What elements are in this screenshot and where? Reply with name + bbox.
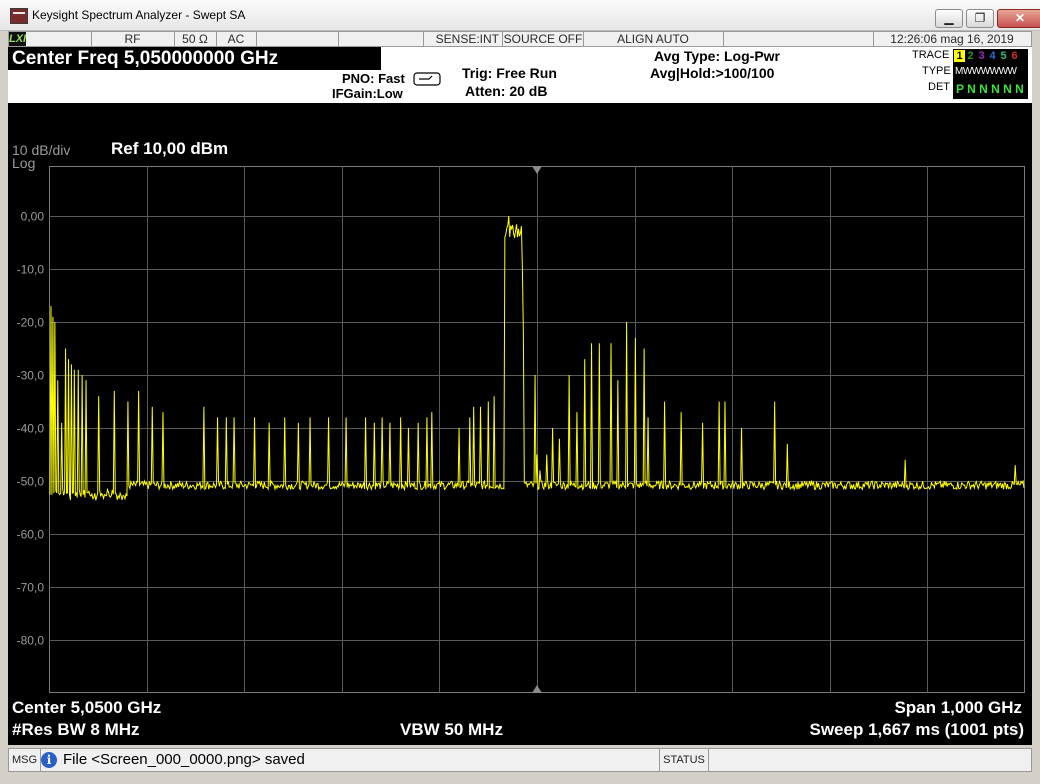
measurement-header: Center Freq 5,050000000 GHz PNO: Fast IF…: [8, 47, 1032, 103]
status-blank-2: [256, 32, 339, 46]
status-blank-3: [338, 32, 424, 46]
trace-6[interactable]: 6: [1009, 50, 1020, 62]
status-source: SOURCE OFF: [503, 32, 584, 46]
trace-label: TRACE: [912, 49, 950, 61]
type-label: TYPE: [922, 65, 951, 77]
close-button[interactable]: ✕: [997, 9, 1040, 28]
y-tick-label: 0,00: [21, 210, 45, 224]
trigger-setting: Trig: Free Run: [462, 65, 557, 81]
lxi-icon: LXI: [9, 32, 27, 46]
msg-label: MSG: [9, 749, 41, 771]
span-label[interactable]: Span 1,000 GHz: [894, 698, 1022, 718]
window-title: Keysight Spectrum Analyzer - Swept SA: [32, 8, 246, 22]
atten-setting: Atten: 20 dB: [465, 83, 548, 99]
trace-2[interactable]: 2: [965, 50, 976, 62]
spectrum-plot: 0,00 -10,0 -20,0 -30,0 -40,0 -50,0 -60,0 -70,0 -…: [17, 166, 1025, 693]
center-freq-banner[interactable]: Center Freq 5,050000000 GHz: [8, 47, 381, 70]
center-marker-bottom: [532, 685, 542, 693]
trace-numbers: 123456: [954, 50, 1020, 62]
avg-hold: Avg|Hold:>100/100: [650, 65, 775, 81]
trace-1[interactable]: 1: [954, 50, 965, 62]
trace-type-value: MWWWWWW: [955, 66, 1017, 77]
ifgain-setting: IFGain:Low: [332, 86, 403, 101]
sweep-label[interactable]: Sweep 1,667 ms (1001 pts): [809, 720, 1024, 740]
ref-level[interactable]: Ref 10,00 dBm: [111, 139, 228, 159]
y-tick-label: -20,0: [17, 316, 45, 330]
pno-setting: PNO: Fast: [342, 71, 405, 86]
trace-4[interactable]: 4: [987, 50, 998, 62]
y-tick-label: -30,0: [17, 369, 45, 383]
center-marker-top: [532, 166, 542, 174]
trace-5[interactable]: 5: [998, 50, 1009, 62]
status-coupling: AC: [216, 32, 257, 46]
header-spacer: [8, 70, 108, 103]
graticule: [49, 166, 1025, 693]
y-tick-label: -50,0: [17, 475, 45, 489]
trigger-slope-icon: [413, 72, 441, 86]
app-icon: [10, 8, 28, 24]
avg-type: Avg Type: Log-Pwr: [654, 48, 780, 64]
y-tick-label: -60,0: [17, 528, 45, 542]
center-freq-label[interactable]: Center 5,0500 GHz: [12, 698, 161, 718]
status-datetime: 12:26:06 mag 16, 2019: [890, 32, 1014, 46]
y-tick-label: -40,0: [17, 422, 45, 436]
minimize-button[interactable]: ▁: [935, 9, 963, 28]
status-align: ALIGN AUTO: [583, 32, 724, 46]
message-text: File <Screen_000_0000.png> saved: [63, 751, 305, 768]
y-tick-label: -80,0: [17, 634, 45, 648]
instrument-status-bar: LXI RF 50 Ω AC SENSE:INT SOURCE OFF ALIG…: [8, 31, 1032, 47]
trace-det-value: P N N N N N: [956, 82, 1024, 96]
vbw-label[interactable]: VBW 50 MHz: [400, 720, 503, 740]
y-tick-label: -70,0: [17, 581, 45, 595]
status-button[interactable]: STATUS: [659, 749, 709, 771]
res-bw-label[interactable]: #Res BW 8 MHz: [12, 720, 140, 740]
status-blank-4: [723, 32, 874, 46]
trace-3[interactable]: 3: [976, 50, 987, 62]
status-blank: [26, 32, 92, 46]
status-sense: SENSE:INT: [423, 32, 503, 46]
status-rf: RF: [91, 32, 175, 46]
y-tick-label: -10,0: [17, 263, 45, 277]
window-title-bar: Keysight Spectrum Analyzer - Swept SA ▁ …: [0, 0, 1040, 31]
message-bar: MSG i File <Screen_000_0000.png> saved S…: [8, 748, 1032, 772]
det-label: DET: [928, 81, 950, 93]
info-icon: i: [41, 752, 57, 768]
restore-button[interactable]: ❐: [966, 9, 994, 28]
y-axis-labels: 0,00 -10,0 -20,0 -30,0 -40,0 -50,0 -60,0 -70,0 -…: [17, 210, 45, 648]
status-impedance: 50 Ω: [174, 32, 217, 46]
scale-type: Log: [12, 155, 36, 171]
